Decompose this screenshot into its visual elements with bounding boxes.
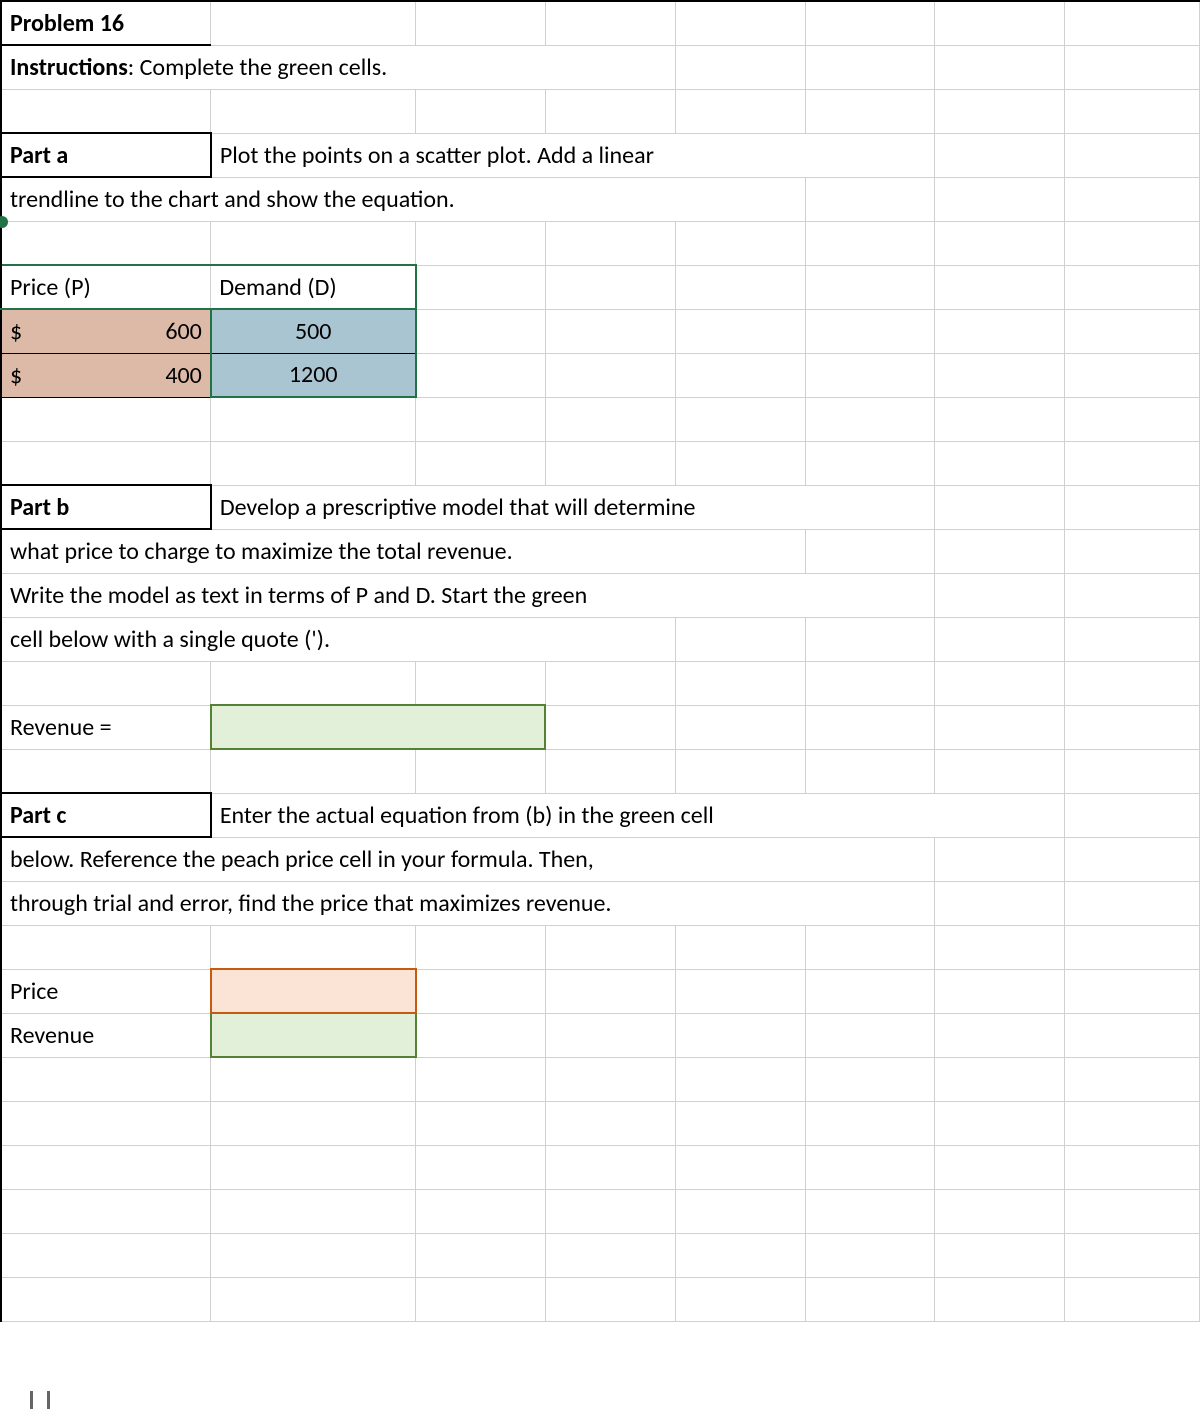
demand-header-cell[interactable]: Demand (D) (211, 265, 416, 309)
part-a-label[interactable]: Part a (1, 133, 211, 177)
instructions-row[interactable]: Instructions: Complete the green cells. (1, 45, 675, 89)
price-label[interactable]: Price (1, 969, 211, 1013)
dollar-sign: $ (10, 361, 22, 390)
part-c-text1[interactable]: Enter the actual equation from (b) in th… (211, 793, 1065, 837)
price-value-2: 400 (165, 361, 202, 390)
part-b-text4[interactable]: cell below with a single quote ('). (1, 617, 675, 661)
demand-row2-cell[interactable]: 1200 (211, 353, 416, 397)
revenue-output-cell[interactable] (211, 1013, 416, 1057)
title-cell[interactable]: Problem 16 (1, 1, 211, 45)
part-a-text2[interactable]: trendline to the chart and show the equa… (1, 177, 805, 221)
part-c-text2[interactable]: below. Reference the peach price cell in… (1, 837, 935, 881)
price-row2-cell[interactable]: $ 400 (1, 353, 211, 397)
dollar-sign: $ (10, 317, 22, 346)
part-b-text3[interactable]: Write the model as text in terms of P an… (1, 573, 935, 617)
price-value-1: 600 (165, 317, 202, 346)
spreadsheet-grid[interactable]: Problem 16 Instructions: Complete the gr… (0, 0, 1200, 1322)
part-b-text1[interactable]: Develop a prescriptive model that will d… (211, 485, 935, 529)
price-input-cell[interactable] (211, 969, 416, 1013)
part-b-label[interactable]: Part b (1, 485, 211, 529)
instructions-label: Instructions (10, 53, 128, 82)
instructions-text: : Complete the green cells. (128, 53, 387, 82)
part-a-text1[interactable]: Plot the points on a scatter plot. Add a… (211, 133, 935, 177)
revenue-model-input[interactable] (211, 705, 546, 749)
revenue-label[interactable]: Revenue (1, 1013, 211, 1057)
price-header-cell[interactable]: Price (P) (1, 265, 211, 309)
part-b-text2[interactable]: what price to charge to maximize the tot… (1, 529, 805, 573)
part-c-label[interactable]: Part c (1, 793, 211, 837)
demand-row1-cell[interactable]: 500 (211, 309, 416, 353)
price-row1-cell[interactable]: $ 600 (1, 309, 211, 353)
part-c-text3[interactable]: through trial and error, find the price … (1, 881, 935, 925)
sheet-tab-icon[interactable] (30, 1391, 50, 1409)
revenue-equals-label[interactable]: Revenue = (1, 705, 211, 749)
